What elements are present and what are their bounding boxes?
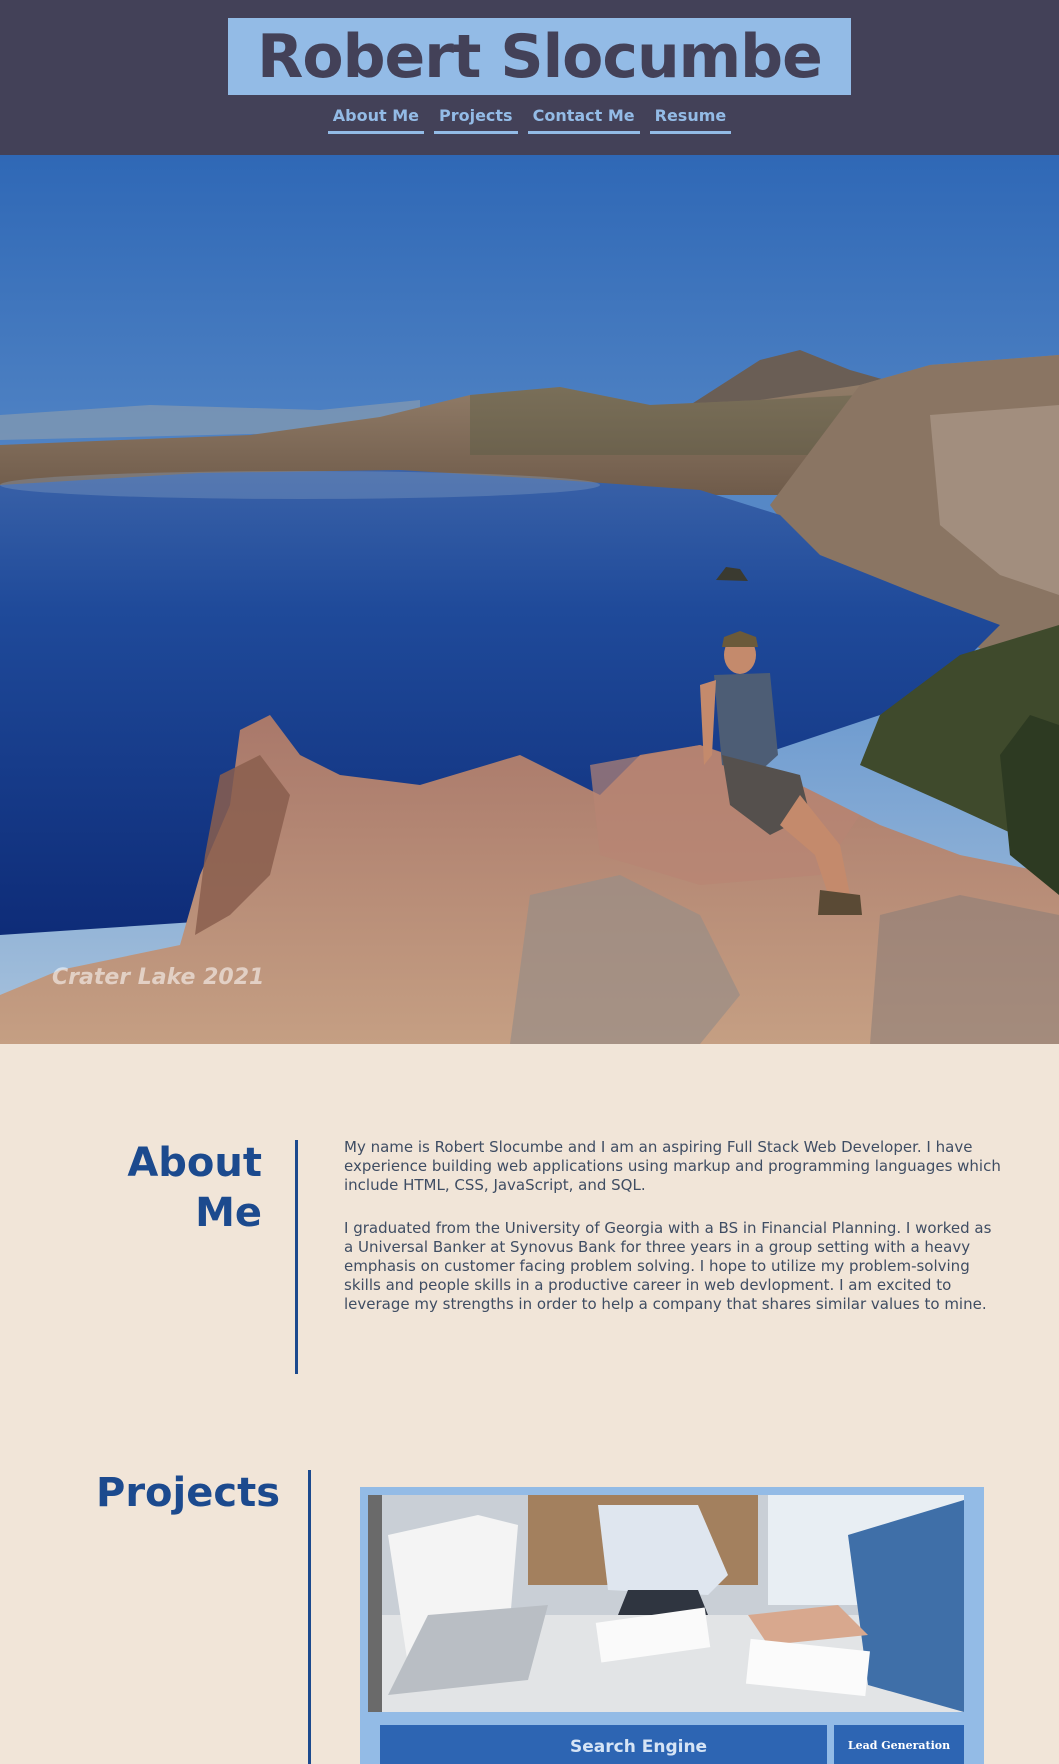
hero-image: Crater Lake 2021 bbox=[0, 155, 1059, 1044]
nav-about-me[interactable]: About Me bbox=[327, 106, 424, 134]
about-body: My name is Robert Slocumbe and I am an a… bbox=[344, 1138, 1004, 1338]
meeting-photo bbox=[368, 1495, 964, 1712]
project-tag[interactable]: Lead Generation bbox=[834, 1725, 964, 1764]
site-header: Robert Slocumbe About Me Projects Contac… bbox=[0, 0, 1059, 155]
about-divider bbox=[295, 1140, 298, 1374]
about-paragraph-2: I graduated from the University of Georg… bbox=[344, 1219, 992, 1313]
nav-resume[interactable]: Resume bbox=[649, 106, 732, 134]
about-paragraph-1: My name is Robert Slocumbe and I am an a… bbox=[344, 1138, 1001, 1194]
site-title-box: Robert Slocumbe bbox=[228, 18, 851, 95]
crater-lake-photo bbox=[0, 155, 1059, 1044]
project-card[interactable]: Search Engine Lead Generation bbox=[360, 1487, 984, 1764]
site-title: Robert Slocumbe bbox=[257, 21, 823, 92]
project-title-text: Search Engine bbox=[570, 1737, 708, 1757]
main-nav: About Me Projects Contact Me Resume bbox=[0, 106, 1059, 134]
about-title: About Me bbox=[127, 1140, 262, 1236]
nav-projects[interactable]: Projects bbox=[433, 106, 518, 134]
project-thumbnail[interactable] bbox=[368, 1495, 964, 1712]
projects-divider bbox=[308, 1470, 311, 1764]
photo-caption: Crater Lake 2021 bbox=[52, 965, 265, 990]
nav-contact-me[interactable]: Contact Me bbox=[527, 106, 640, 134]
projects-title: Projects bbox=[96, 1470, 281, 1516]
